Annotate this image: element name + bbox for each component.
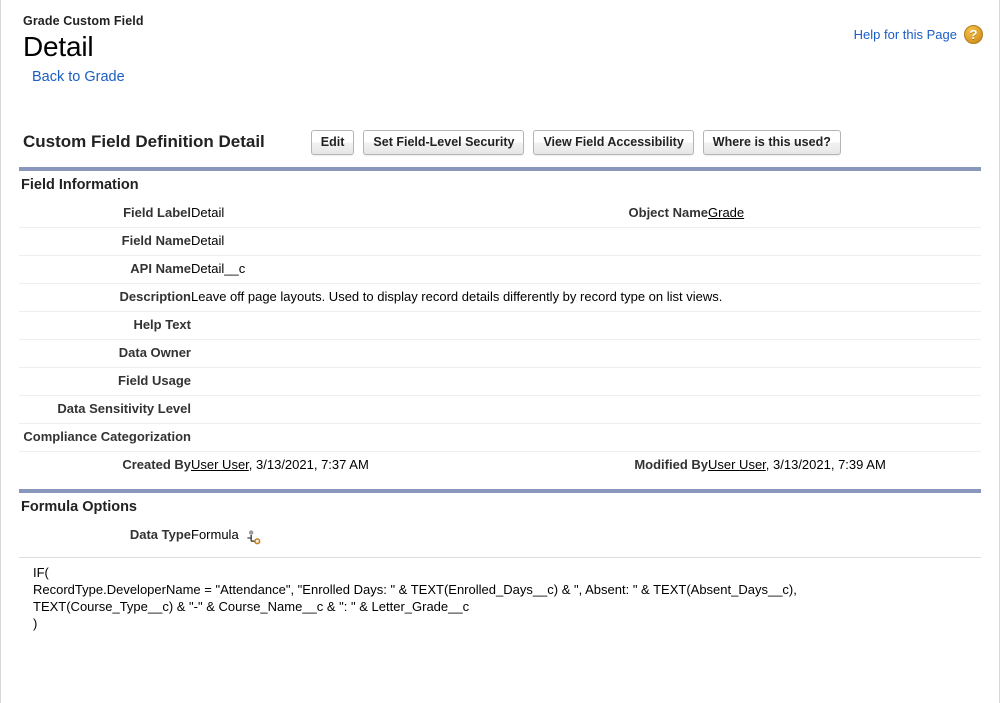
formula-text: IF( RecordType.DeveloperName = "Attendan…: [33, 565, 797, 631]
edit-button[interactable]: Edit: [310, 129, 355, 155]
formula-field-icon: [245, 529, 261, 545]
row-value-compliance-categorization: [191, 423, 981, 452]
page-root: Grade Custom Field Detail Back to Grade …: [0, 0, 1000, 703]
field-information-section: Field Information Field Label Detail Obj…: [1, 167, 999, 479]
where-is-this-used-button[interactable]: Where is this used?: [702, 129, 841, 155]
help-for-this-page: Help for this Page ?: [854, 25, 983, 44]
formula-options-heading: Formula Options: [21, 499, 137, 515]
help-question-icon[interactable]: ?: [964, 25, 983, 44]
data-type-text: Formula: [191, 527, 239, 542]
row-value-data-owner: [191, 339, 981, 368]
back-to-grade-link[interactable]: Back to Grade: [32, 69, 125, 85]
formula-options-table: Data Type Formula: [19, 522, 981, 549]
page-header: Grade Custom Field Detail Back to Grade …: [1, 0, 999, 85]
row-label-created-by: Created By: [19, 451, 191, 479]
page-title: Detail: [23, 31, 94, 62]
modified-by-user-link[interactable]: User User: [708, 457, 766, 472]
row-label-field-usage: Field Usage: [19, 367, 191, 396]
table-row: Field Label Detail Object Name Grade: [19, 200, 981, 228]
row-value-field-usage: [191, 367, 981, 396]
table-row: Description Leave off page layouts. Used…: [19, 283, 981, 312]
object-name-link[interactable]: Grade: [708, 205, 744, 220]
custom-field-definition-detail-title: Custom Field Definition Detail: [23, 132, 265, 151]
row-value-object-name: Grade: [708, 200, 981, 228]
row-label-empty-2: [536, 255, 708, 284]
detail-action-bar: Custom Field Definition Detail Edit Set …: [1, 125, 999, 159]
row-label-compliance-categorization: Compliance Categorization: [19, 423, 191, 452]
formula-body: IF( RecordType.DeveloperName = "Attendan…: [19, 557, 981, 632]
breadcrumb-eyebrow: Grade Custom Field: [23, 14, 144, 28]
row-label-description: Description: [19, 283, 191, 312]
row-value-data-sensitivity-level: [191, 395, 981, 424]
help-for-this-page-link[interactable]: Help for this Page: [854, 27, 957, 42]
field-information-heading: Field Information: [21, 177, 139, 193]
created-by-timestamp: , 3/13/2021, 7:37 AM: [248, 457, 369, 472]
row-value-empty-2: [708, 255, 981, 284]
row-label-object-name: Object Name: [628, 205, 708, 220]
row-label-modified-by: Modified By: [536, 451, 708, 479]
row-value-help-text: [191, 311, 981, 340]
table-row: Data Type Formula: [19, 522, 981, 549]
row-label-empty-1: [536, 227, 708, 256]
row-label-api-name: API Name: [19, 255, 191, 284]
table-row: Data Sensitivity Level: [19, 395, 981, 424]
row-value-field-label: Detail: [191, 205, 225, 220]
action-buttons: Edit Set Field-Level Security View Field…: [310, 129, 841, 155]
view-field-accessibility-button[interactable]: View Field Accessibility: [533, 129, 694, 155]
row-label-data-owner: Data Owner: [19, 339, 191, 368]
created-by-user-link[interactable]: User User: [191, 457, 249, 472]
formula-options-section: Formula Options Data Type Formula IF(Re…: [1, 489, 999, 632]
table-row: Field Usage: [19, 367, 981, 396]
table-row: Data Owner: [19, 339, 981, 368]
table-row: Help Text: [19, 311, 981, 340]
table-row: Compliance Categorization: [19, 423, 981, 452]
row-value-empty-1: [708, 227, 981, 256]
table-row: API Name Detail__c: [19, 255, 981, 284]
row-value-api-name: Detail__c: [191, 255, 536, 284]
row-value-data-type: Formula: [191, 522, 981, 549]
row-value-description: Leave off page layouts. Used to display …: [191, 283, 981, 312]
row-value-modified-by: User User, 3/13/2021, 7:39 AM: [708, 451, 981, 479]
field-information-table: Field Label Detail Object Name Grade Fie…: [19, 200, 981, 479]
row-value-field-name: Detail: [191, 227, 536, 256]
modified-by-timestamp: , 3/13/2021, 7:39 AM: [765, 457, 886, 472]
row-value-created-by: User User, 3/13/2021, 7:37 AM: [191, 451, 536, 479]
table-row: Created By User User, 3/13/2021, 7:37 AM…: [19, 451, 981, 479]
row-label-field-name: Field Name: [19, 227, 191, 256]
row-label-field-label: Field Label: [123, 205, 191, 220]
set-field-level-security-button[interactable]: Set Field-Level Security: [363, 129, 525, 155]
row-label-help-text: Help Text: [19, 311, 191, 340]
table-row: Field Name Detail: [19, 227, 981, 256]
row-label-data-type: Data Type: [129, 527, 191, 542]
row-label-data-sensitivity-level: Data Sensitivity Level: [19, 395, 191, 424]
